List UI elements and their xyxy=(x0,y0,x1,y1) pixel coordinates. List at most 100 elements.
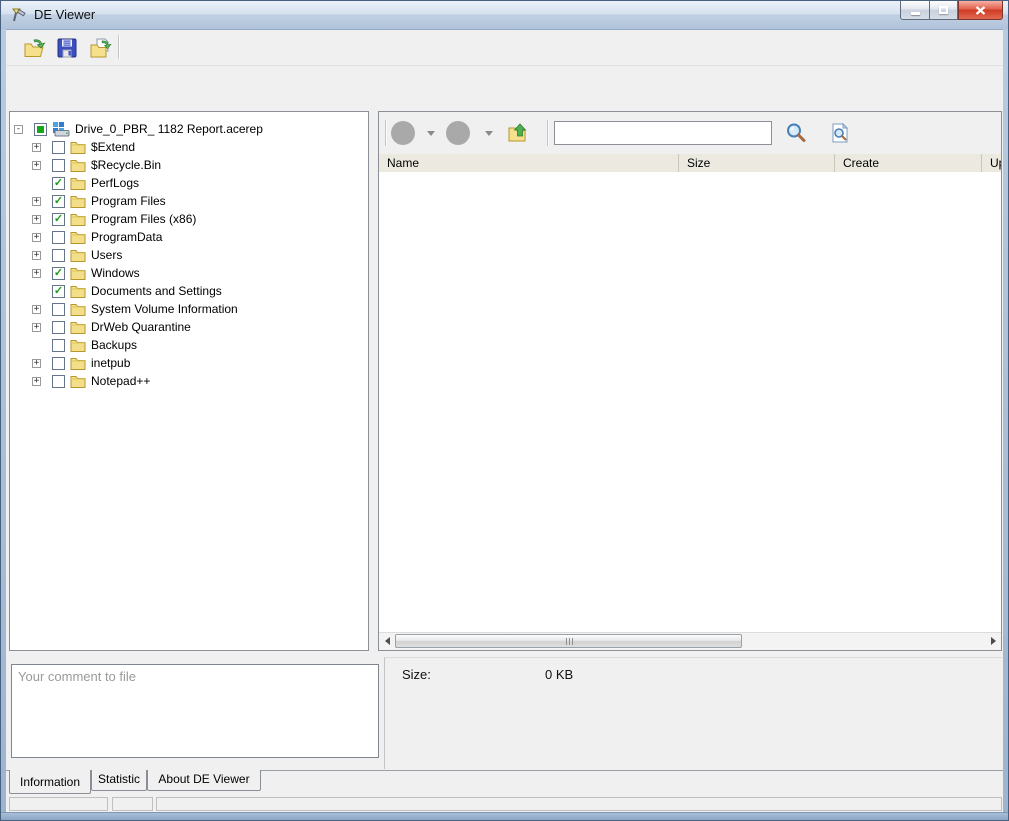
scrollbar-thumb[interactable] xyxy=(395,634,742,648)
expand-icon[interactable]: + xyxy=(32,251,41,260)
tree-checkbox-unchecked[interactable] xyxy=(52,231,65,244)
tree-item-label[interactable]: Documents and Settings xyxy=(91,284,222,298)
expand-icon[interactable]: + xyxy=(32,305,41,314)
tree-row: + inetpub xyxy=(10,354,368,372)
expand-icon[interactable]: + xyxy=(32,233,41,242)
info-panel: Size: 0 KB xyxy=(384,657,1002,769)
tree-item-label[interactable]: inetpub xyxy=(91,356,130,370)
tree-checkbox-unchecked[interactable] xyxy=(52,375,65,388)
tree-checkbox-unchecked[interactable] xyxy=(52,339,65,352)
status-cell-2 xyxy=(112,797,153,811)
expand-icon[interactable]: + xyxy=(32,323,41,332)
tree-item-label[interactable]: ProgramData xyxy=(91,230,162,244)
open-report-button[interactable] xyxy=(19,33,49,63)
app-icon xyxy=(10,6,28,24)
tree-item-label[interactable]: Backups xyxy=(91,338,137,352)
nav-forward-dropdown-icon[interactable] xyxy=(485,131,493,136)
expand-icon[interactable]: + xyxy=(32,197,41,206)
save-button[interactable] xyxy=(52,33,82,63)
minimize-button[interactable] xyxy=(900,1,929,20)
search-in-file-button[interactable] xyxy=(828,121,852,145)
tree-item-label[interactable]: Drive_0_PBR_ 1182 Report.acerep xyxy=(75,122,263,136)
column-header-update[interactable]: Up xyxy=(982,154,1001,172)
drive-report-icon xyxy=(52,121,70,137)
tree-row: + Users xyxy=(10,246,368,264)
search-button[interactable] xyxy=(783,121,807,145)
tree-item-label[interactable]: $Extend xyxy=(91,140,135,154)
arrow-left-icon xyxy=(385,637,390,645)
tree-checkbox-checked[interactable]: ✓ xyxy=(52,213,65,226)
file-list-body[interactable] xyxy=(379,172,1001,633)
scroll-right-button[interactable] xyxy=(985,633,1001,649)
tree-checkbox-checked[interactable]: ✓ xyxy=(52,177,65,190)
tab-statistic[interactable]: Statistic xyxy=(91,770,147,791)
expand-icon[interactable]: + xyxy=(32,143,41,152)
folder-icon xyxy=(70,194,86,208)
tree-row: + $Extend xyxy=(10,138,368,156)
maximize-button[interactable] xyxy=(929,1,958,20)
tree-checkbox-unchecked[interactable] xyxy=(52,303,65,316)
scroll-left-button[interactable] xyxy=(379,633,395,649)
tree-checkbox-unchecked[interactable] xyxy=(52,249,65,262)
expand-icon[interactable]: + xyxy=(32,377,41,386)
tree-checkbox-checked[interactable]: ✓ xyxy=(52,285,65,298)
folder-icon xyxy=(70,248,86,262)
minimize-icon xyxy=(911,12,920,15)
tree-item-label[interactable]: PerfLogs xyxy=(91,176,139,190)
tab-about-de-viewer[interactable]: About DE Viewer xyxy=(147,770,261,791)
folder-icon xyxy=(70,266,86,280)
size-value: 0 KB xyxy=(545,667,573,682)
tab-information[interactable]: Information xyxy=(9,770,91,794)
tree-item-label[interactable]: Users xyxy=(91,248,122,262)
tree-row: + ✓ Program Files xyxy=(10,192,368,210)
search-input[interactable] xyxy=(554,121,772,145)
folder-icon xyxy=(70,356,86,370)
column-header-name[interactable]: Name xyxy=(379,154,679,172)
status-cell-3 xyxy=(156,797,1002,811)
tree-row: + System Volume Information xyxy=(10,300,368,318)
export-button[interactable] xyxy=(86,33,116,63)
folder-icon xyxy=(70,194,86,208)
export-folder-icon xyxy=(89,36,113,60)
expand-icon[interactable]: + xyxy=(32,215,41,224)
tree-item-label[interactable]: DrWeb Quarantine xyxy=(91,320,191,334)
tree-checkbox-checked[interactable]: ✓ xyxy=(52,195,65,208)
tree-item-label[interactable]: Windows xyxy=(91,266,140,280)
horizontal-scrollbar[interactable] xyxy=(379,632,1001,650)
column-header-size[interactable]: Size xyxy=(679,154,835,172)
tree-item-label[interactable]: $Recycle.Bin xyxy=(91,158,161,172)
tree-item-label[interactable]: Program Files (x86) xyxy=(91,212,196,226)
expand-icon[interactable]: + xyxy=(32,269,41,278)
tree-item-label[interactable]: Notepad++ xyxy=(91,374,150,388)
tree-item-label[interactable]: Program Files xyxy=(91,194,166,208)
tree-checkbox-unchecked[interactable] xyxy=(52,357,65,370)
folder-icon xyxy=(70,140,86,154)
folder-icon xyxy=(70,320,86,334)
folder-icon xyxy=(70,266,86,280)
close-button[interactable] xyxy=(958,1,1003,20)
folder-tree: - Drive_0_PBR_ 1182 Report.acerep + $Extend… xyxy=(10,112,368,390)
tree-checkbox-filled[interactable] xyxy=(34,123,47,136)
folder-icon xyxy=(70,302,86,316)
folder-up-button[interactable] xyxy=(506,121,530,145)
expand-icon[interactable]: + xyxy=(32,161,41,170)
tree-checkbox-checked[interactable]: ✓ xyxy=(52,267,65,280)
title-bar[interactable]: DE Viewer xyxy=(1,1,1008,30)
column-header-create[interactable]: Create xyxy=(835,154,982,172)
tree-checkbox-unchecked[interactable] xyxy=(52,321,65,334)
tree-checkbox-unchecked[interactable] xyxy=(52,159,65,172)
tree-checkbox-unchecked[interactable] xyxy=(52,141,65,154)
tree-item-label[interactable]: System Volume Information xyxy=(91,302,238,316)
collapse-icon[interactable]: - xyxy=(14,125,23,134)
bottom-tabstrip: Information Statistic About DE Viewer xyxy=(6,770,1003,795)
nav-back-dropdown-icon[interactable] xyxy=(427,131,435,136)
folder-icon xyxy=(70,374,86,388)
nav-back-button[interactable] xyxy=(391,121,415,145)
folder-icon xyxy=(70,338,86,352)
checkmark-icon: ✓ xyxy=(54,268,63,279)
file-list-header: Name Size Create Up xyxy=(379,154,1001,173)
comment-textarea[interactable] xyxy=(11,664,379,758)
checkmark-icon: ✓ xyxy=(54,214,63,225)
expand-icon[interactable]: + xyxy=(32,359,41,368)
nav-forward-button[interactable] xyxy=(446,121,470,145)
